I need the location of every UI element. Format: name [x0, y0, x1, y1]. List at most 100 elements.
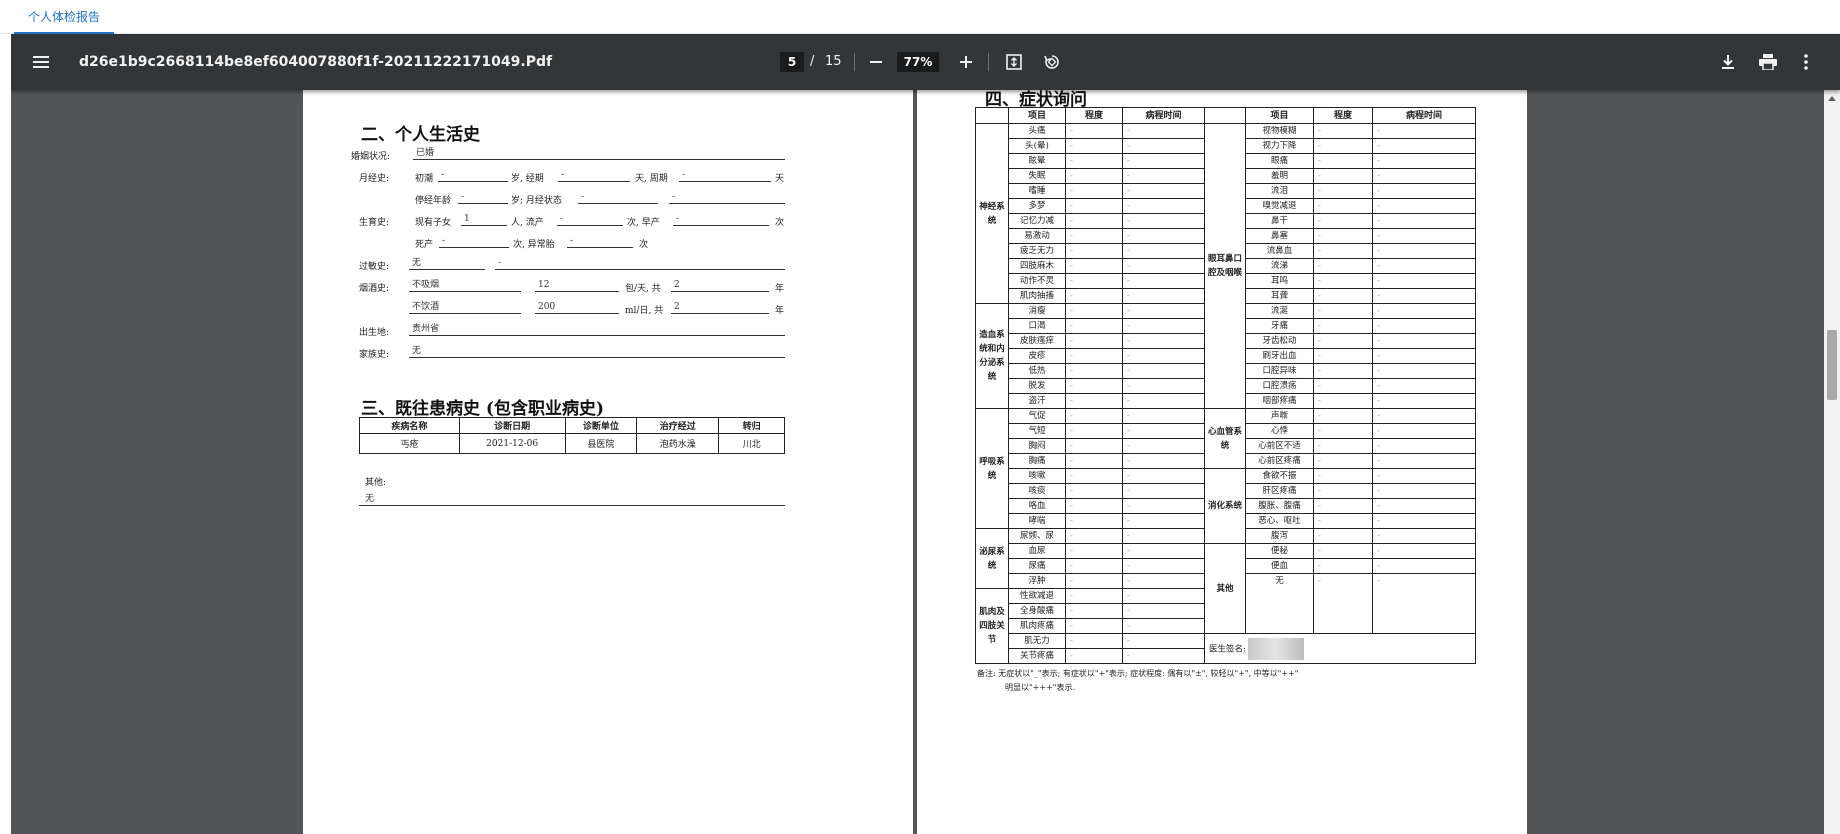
symptom-duration: - — [1122, 123, 1205, 139]
days-label: 天 — [775, 174, 785, 184]
symptom-name: 腹泻 — [1245, 528, 1314, 544]
symptom-duration: - — [1372, 303, 1476, 319]
symptom-name: 眼痛 — [1245, 153, 1314, 169]
symptom-degree: - — [1313, 483, 1373, 499]
symptom-degree: - — [1313, 228, 1373, 244]
symptom-name: 咽部疼痛 — [1245, 393, 1314, 409]
symptom-name: 口腔异味 — [1245, 363, 1314, 379]
symptom-duration: - — [1372, 378, 1476, 394]
symptom-degree: - — [1313, 123, 1373, 139]
fit-to-page-icon[interactable] — [1000, 48, 1028, 76]
symptom-name: 疲乏无力 — [1008, 243, 1066, 259]
symptom-duration: - — [1122, 228, 1205, 244]
plus-icon[interactable] — [952, 48, 980, 76]
symptom-degree: - — [1313, 438, 1373, 454]
symptom-duration: - — [1122, 558, 1205, 574]
symptom-duration: - — [1122, 303, 1205, 319]
symptom-name: 羞明 — [1245, 168, 1314, 184]
symptom-name: 气短 — [1008, 423, 1066, 439]
symptom-duration: - — [1372, 573, 1476, 634]
table-cell: 泡药水澡 — [636, 433, 720, 454]
rotate-icon[interactable] — [1038, 48, 1066, 76]
symptom-degree: - — [1065, 573, 1123, 589]
minus-icon[interactable] — [862, 48, 890, 76]
symptom-name: 无 — [1245, 573, 1314, 634]
symptom-duration: - — [1372, 393, 1476, 409]
other-value: 无 — [359, 493, 785, 506]
symptom-degree: - — [1313, 528, 1373, 544]
hamburger-menu-icon[interactable] — [27, 48, 55, 76]
symptom-degree: - — [1065, 438, 1123, 454]
symptom-degree: - — [1065, 603, 1123, 619]
premature-label: 次, 早产 — [627, 218, 660, 228]
symptom-degree: - — [1065, 558, 1123, 574]
scrollbar-thumb[interactable] — [1827, 330, 1837, 400]
symptom-name: 肌肉疼痛 — [1008, 618, 1066, 634]
vertical-scrollbar[interactable] — [1824, 90, 1840, 834]
zoom-level-input[interactable]: 77% — [897, 52, 939, 72]
symptom-name: 恶心、呕吐 — [1245, 513, 1314, 529]
pdf-toolbar: d26e1b9c2668114be8ef604007880f1f-2021122… — [11, 34, 1840, 90]
symptom-name: 尿痛 — [1008, 558, 1066, 574]
symptom-name: 肝区疼痛 — [1245, 483, 1314, 499]
table-header-row: 项目 程度 病程时间 项目 程度 病程时间 — [975, 107, 1476, 124]
stillbirth-value: - — [439, 235, 509, 248]
age-status-label: 岁; 月经状态 — [511, 196, 562, 206]
symptom-name: 消瘦 — [1008, 303, 1066, 319]
table-header-cell: 程度 — [1065, 107, 1123, 124]
print-icon[interactable] — [1754, 48, 1782, 76]
symptom-duration: - — [1122, 543, 1205, 559]
menarche-value: - — [438, 169, 508, 182]
symptom-degree: - — [1313, 378, 1373, 394]
symptom-name: 盗汗 — [1008, 393, 1066, 409]
symptom-duration: - — [1372, 243, 1476, 259]
tab-personal-report[interactable]: 个人体检报告 — [14, 0, 115, 34]
symptom-duration: - — [1122, 138, 1205, 154]
symptom-degree: - — [1313, 513, 1373, 529]
symptom-name: 脱发 — [1008, 378, 1066, 394]
symptom-duration: - — [1122, 498, 1205, 514]
symptom-degree: - — [1065, 318, 1123, 334]
symptom-name: 食欲不振 — [1245, 468, 1314, 484]
symptom-duration: - — [1122, 213, 1205, 229]
symptom-duration: - — [1122, 633, 1205, 649]
download-icon[interactable] — [1714, 48, 1742, 76]
table-header-cell: 治疗经过 — [636, 417, 720, 434]
period-value: - — [558, 169, 630, 182]
symptom-name: 牙痛 — [1245, 318, 1314, 334]
symptom-degree: - — [1313, 273, 1373, 289]
symptom-name: 心前区不适 — [1245, 438, 1314, 454]
group-label-left: 泌尿系统 — [975, 528, 1009, 589]
symptom-duration: - — [1122, 453, 1205, 469]
page-number-input[interactable]: 5 — [780, 52, 804, 72]
symptom-duration: - — [1372, 348, 1476, 364]
tab-bar: 个人体检报告 — [0, 0, 1840, 34]
drink-amount: 200 — [535, 301, 619, 314]
symptom-degree: - — [1313, 153, 1373, 169]
allergy-value: 无 — [409, 257, 485, 270]
symptom-name: 便秘 — [1245, 543, 1314, 559]
symptom-degree: - — [1313, 138, 1373, 154]
symptom-duration: - — [1372, 333, 1476, 349]
more-vertical-icon[interactable] — [1792, 48, 1820, 76]
symptom-duration: - — [1372, 363, 1476, 379]
symptom-degree: - — [1065, 333, 1123, 349]
symptom-duration: - — [1122, 243, 1205, 259]
symptom-degree: - — [1065, 423, 1123, 439]
table-row: 肌无力 - - 医生签名: — [976, 633, 1476, 664]
symptom-duration: - — [1122, 198, 1205, 214]
symptom-duration: - — [1372, 153, 1476, 169]
symptom-name: 关节疼痛 — [1008, 648, 1066, 664]
symptom-name: 眩晕 — [1008, 153, 1066, 169]
symptom-duration: - — [1372, 438, 1476, 454]
symptom-duration: - — [1372, 183, 1476, 199]
symptom-table: 项目 程度 病程时间 项目 程度 病程时间 神经系统 头痛 - - 眼耳鼻口腔及咽喉 视物模糊 - - 头(… — [975, 107, 1476, 664]
symptom-degree: - — [1313, 573, 1373, 634]
symptom-name: 心前区疼痛 — [1245, 453, 1314, 469]
symptom-duration: - — [1122, 528, 1205, 544]
smoke-years: 2 — [671, 279, 769, 292]
symptom-name: 胸痛 — [1008, 453, 1066, 469]
table-header-cell: 程度 — [1313, 107, 1373, 124]
table-header-cell: 诊断单位 — [564, 417, 638, 434]
scroll-up-arrow-icon[interactable] — [1828, 96, 1836, 101]
